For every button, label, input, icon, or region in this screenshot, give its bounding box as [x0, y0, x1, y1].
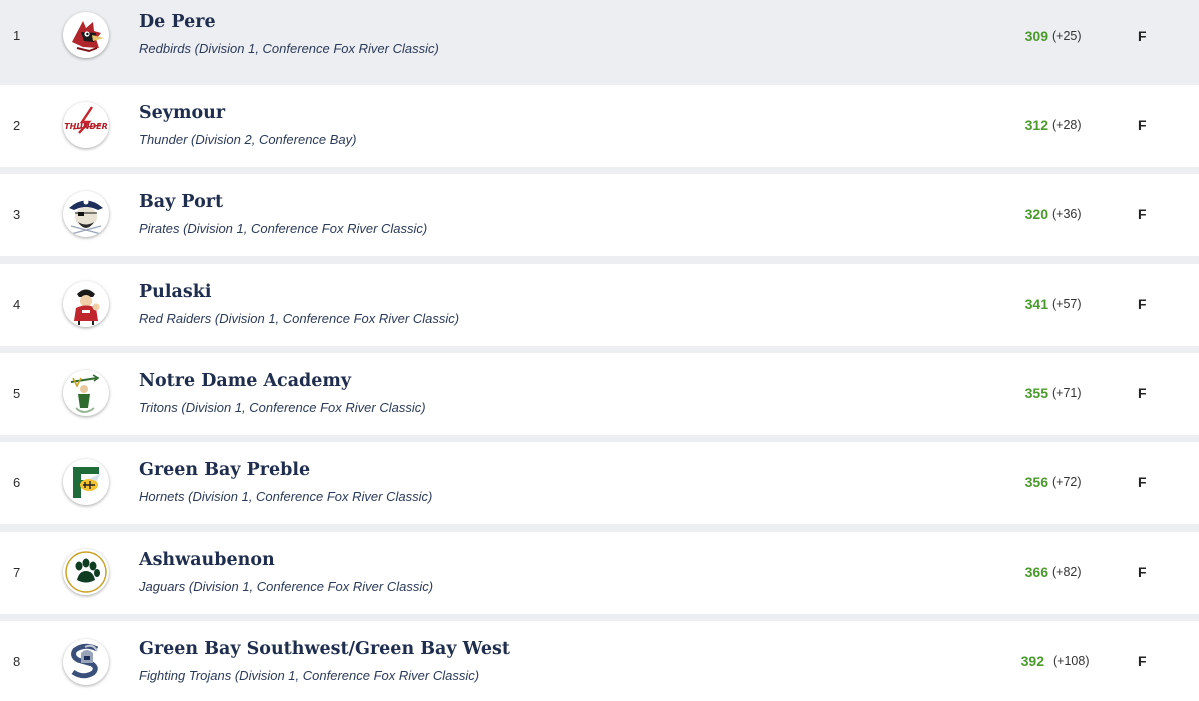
team-row-notre-dame-academy[interactable]: 5 Notre Dame Academy Tritons (Division 1…	[0, 353, 1199, 435]
team-subtitle: Hornets (Division 1, Conference Fox Rive…	[139, 489, 433, 504]
team-name[interactable]: Green Bay Preble	[139, 460, 310, 480]
team-subtitle: Thunder (Division 2, Conference Bay)	[139, 132, 357, 147]
team-subtitle: Jaguars (Division 1, Conference Fox Rive…	[139, 579, 434, 594]
round-status: F	[1138, 27, 1147, 44]
red-raider-logo-icon	[63, 281, 109, 327]
round-status: F	[1138, 296, 1147, 312]
score-to-par: (+108)	[1053, 654, 1090, 668]
team-subtitle: Pirates (Division 1, Conference Fox Rive…	[139, 221, 428, 236]
rank-number: 4	[13, 296, 21, 312]
score-to-par: (+57)	[1052, 297, 1082, 311]
team-name[interactable]: Notre Dame Academy	[139, 371, 351, 391]
team-name[interactable]: Pulaski	[139, 282, 212, 302]
score-to-par: (+82)	[1052, 565, 1082, 579]
trojan-logo-icon	[63, 639, 109, 685]
round-status: F	[1138, 206, 1147, 222]
score-to-par: (+71)	[1052, 386, 1082, 400]
team-row-ashwaubenon[interactable]: 7 Ashwaubenon Jaguars (Division 1, Confe…	[0, 532, 1199, 614]
team-score: 309	[1024, 27, 1048, 44]
team-name[interactable]: De Pere	[139, 12, 216, 32]
rank-number: 1	[13, 28, 21, 43]
rank-number: 8	[13, 653, 21, 669]
svg-text:THUNDER: THUNDER	[64, 122, 108, 131]
rank-number: 7	[13, 564, 21, 580]
team-name[interactable]: Ashwaubenon	[139, 550, 275, 570]
team-score: 356	[1024, 474, 1048, 490]
team-subtitle: Fighting Trojans (Division 1, Conference…	[139, 668, 480, 683]
team-name[interactable]: Seymour	[139, 103, 225, 123]
team-row-bay-port[interactable]: 3 Bay Port Pirates (Division 1, Conferen…	[0, 174, 1199, 256]
team-score: 320	[1024, 206, 1048, 222]
team-score: 312	[1024, 117, 1048, 133]
team-subtitle: Redbirds (Division 1, Conference Fox Riv…	[139, 41, 439, 56]
thunder-logo-icon: THUNDER	[63, 102, 109, 148]
team-name[interactable]: Green Bay Southwest/Green Bay West	[139, 639, 510, 659]
team-score: 392	[1020, 653, 1044, 669]
score-to-par: (+28)	[1052, 118, 1082, 132]
rank-number: 2	[13, 117, 21, 133]
team-row-pulaski[interactable]: 4 Pulaski Red Raiders (Division 1, Confe…	[0, 264, 1199, 346]
team-subtitle: Red Raiders (Division 1, Conference Fox …	[139, 311, 460, 326]
team-score: 366	[1024, 564, 1048, 580]
pirate-logo-icon	[63, 191, 109, 237]
team-row-de-pere[interactable]: 1 De Pere Redbirds (Division 1, Conferen…	[0, 0, 1199, 77]
round-status: F	[1138, 474, 1147, 490]
leaderboard-list: 1 De Pere Redbirds (Division 1, Conferen…	[0, 0, 1199, 701]
team-row-green-bay-preble[interactable]: 6 Green Bay Preble Hornets (Division 1, …	[0, 442, 1199, 524]
round-status: F	[1138, 653, 1147, 669]
team-score: 341	[1024, 296, 1048, 312]
team-row-seymour[interactable]: 2 THUNDER Seymour Thunder (Division 2, C…	[0, 85, 1199, 167]
team-subtitle: Tritons (Division 1, Conference Fox Rive…	[139, 400, 426, 415]
score-to-par: (+72)	[1052, 475, 1082, 489]
team-name[interactable]: Bay Port	[139, 192, 223, 212]
score-to-par: (+25)	[1052, 28, 1082, 43]
rank-number: 5	[13, 385, 21, 401]
round-status: F	[1138, 564, 1147, 580]
score-to-par: (+36)	[1052, 207, 1082, 221]
team-score: 355	[1024, 385, 1048, 401]
team-row-green-bay-southwest-west[interactable]: 8 Green Bay Southwest/Green Bay West Fig…	[0, 621, 1199, 701]
hornet-logo-icon	[63, 459, 109, 505]
cardinal-logo-icon	[63, 12, 109, 58]
triton-logo-icon	[63, 370, 109, 416]
rank-number: 6	[13, 474, 21, 490]
round-status: F	[1138, 117, 1147, 133]
paw-print-logo-icon	[63, 549, 109, 595]
round-status: F	[1138, 385, 1147, 401]
rank-number: 3	[13, 206, 21, 222]
